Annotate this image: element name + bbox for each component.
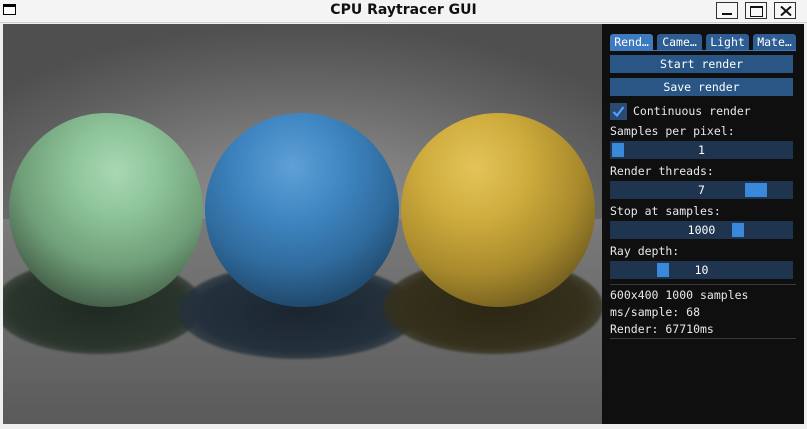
slider-value: 1000	[687, 223, 716, 237]
close-icon	[780, 6, 792, 16]
yellow-sphere	[401, 113, 595, 307]
render-threads-label: Render threads:	[610, 164, 714, 178]
checkmark-icon	[612, 106, 625, 118]
slider-value: 10	[694, 263, 709, 277]
samples-per-pixel-label: Samples per pixel:	[610, 124, 735, 138]
window-title: CPU Raytracer GUI	[330, 2, 477, 18]
green-sphere	[9, 113, 203, 307]
ray-depth-label: Ray depth:	[610, 244, 680, 258]
slider-value: 7	[698, 183, 705, 197]
separator	[610, 338, 796, 339]
tab-render[interactable]: Rend…	[610, 34, 653, 50]
save-render-button[interactable]: Save render	[610, 78, 793, 96]
settings-panel: Rend… Came… Light Mate… Start render Sav…	[602, 24, 804, 424]
maximize-button[interactable]	[745, 2, 767, 19]
slider-value: 1	[698, 143, 705, 157]
tab-camera[interactable]: Came…	[657, 34, 702, 50]
blue-sphere	[205, 113, 399, 307]
ray-depth-slider[interactable]: 10	[610, 261, 793, 279]
close-button[interactable]	[774, 2, 796, 19]
continuous-render-label: Continuous render	[633, 104, 751, 118]
stop-at-samples-label: Stop at samples:	[610, 204, 721, 218]
render-time-text: Render: 67710ms	[610, 322, 714, 336]
separator	[610, 284, 796, 285]
samples-per-pixel-slider[interactable]: 1	[610, 141, 793, 159]
render-threads-slider[interactable]: 7	[610, 181, 793, 199]
minimize-button[interactable]	[716, 2, 738, 19]
tab-underline	[610, 50, 796, 51]
resolution-samples-text: 600x400 1000 samples	[610, 288, 749, 302]
render-viewport	[3, 24, 602, 424]
tab-light[interactable]: Light	[706, 34, 749, 50]
title-bar[interactable]: CPU Raytracer GUI	[0, 0, 807, 23]
app-window: CPU Raytracer GUI Rend… Came… Light Mate…	[0, 0, 807, 429]
ms-per-sample-text: ms/sample: 68	[610, 305, 701, 319]
continuous-render-checkbox[interactable]	[610, 103, 627, 120]
stop-at-samples-slider[interactable]: 1000	[610, 221, 793, 239]
tab-material[interactable]: Mate…	[753, 34, 796, 50]
start-render-button[interactable]: Start render	[610, 55, 793, 73]
tab-bar: Rend… Came… Light Mate…	[610, 34, 796, 50]
